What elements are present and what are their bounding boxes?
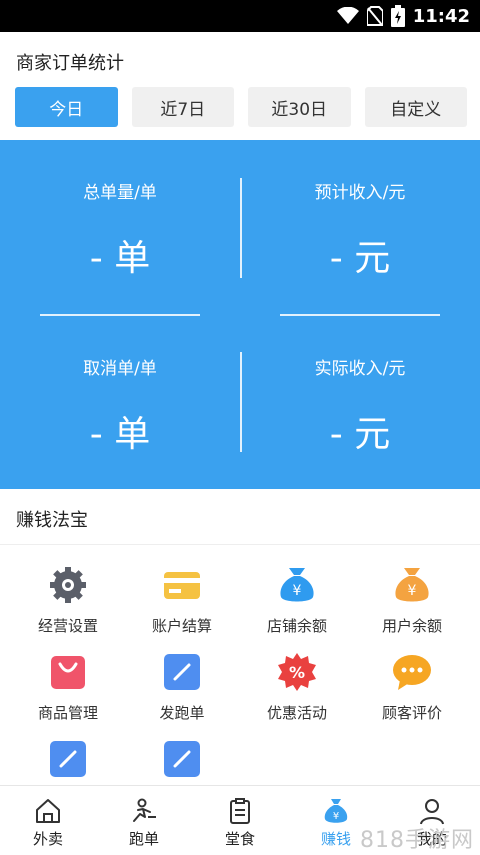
period-tabs: 今日 近7日 近30日 自定义 xyxy=(15,87,467,127)
tool-label: 账户结算 xyxy=(151,617,212,635)
status-bar: 11:42 xyxy=(0,0,480,32)
tab-7-days[interactable]: 近7日 xyxy=(131,87,234,127)
stat-label: 实际收入/元 xyxy=(314,359,406,379)
stat-value: - 单 xyxy=(89,238,151,279)
no-sim-icon xyxy=(366,6,383,26)
tool-store-balance[interactable]: ¥ 店铺余额 xyxy=(237,565,357,636)
stat-label: 取消单/单 xyxy=(83,359,157,379)
stats-panel: 总单量/单 - 单 预计收入/元 - 元 取消单/单 - 单 实际收入/元 - … xyxy=(0,140,480,489)
tool-label: 用户余额 xyxy=(381,617,442,635)
horizontal-divider xyxy=(40,314,200,316)
tool-post-errand[interactable]: 发跑单 xyxy=(122,652,242,723)
card-icon xyxy=(162,565,202,605)
nav-label: 外卖 xyxy=(32,830,63,848)
wifi-icon xyxy=(336,7,359,24)
watermark: 818手游网 xyxy=(360,828,474,853)
tool-promotions[interactable]: % 优惠活动 xyxy=(237,652,357,723)
stat-value: - 元 xyxy=(329,414,391,455)
order-stats-title: 商家订单统计 xyxy=(16,53,124,74)
clock: 11:42 xyxy=(412,5,470,27)
svg-text:¥: ¥ xyxy=(293,583,302,599)
nav-errand[interactable]: 跑单 xyxy=(96,786,192,855)
stat-label: 总单量/单 xyxy=(83,183,157,203)
tool-edit-1[interactable] xyxy=(8,739,128,789)
nav-takeout[interactable]: 外卖 xyxy=(0,786,96,855)
tab-30-days[interactable]: 近30日 xyxy=(248,87,351,127)
tool-account-settlement[interactable]: 账户结算 xyxy=(122,565,242,636)
stat-value: - 单 xyxy=(89,414,151,455)
tool-label: 发跑单 xyxy=(159,704,205,722)
tool-label: 店铺余额 xyxy=(266,617,327,635)
discount-icon: % xyxy=(277,652,317,692)
tool-edit-2[interactable] xyxy=(122,739,242,789)
tool-label: 顾客评价 xyxy=(381,704,442,722)
clipboard-icon xyxy=(192,796,288,826)
nav-label: 跑单 xyxy=(128,830,159,848)
stat-actual-income: 实际收入/元 - 元 xyxy=(240,354,480,457)
edit-icon xyxy=(48,739,88,779)
tools-title: 赚钱法宝 xyxy=(16,510,88,531)
gear-icon xyxy=(48,565,88,605)
svg-text:¥: ¥ xyxy=(333,811,339,822)
battery-icon xyxy=(390,5,405,27)
stat-total-orders: 总单量/单 - 单 xyxy=(0,178,240,281)
stat-expected-income: 预计收入/元 - 元 xyxy=(240,178,480,281)
nav-label: 堂食 xyxy=(224,830,255,848)
tool-label: 经营设置 xyxy=(37,617,98,635)
tool-business-settings[interactable]: 经营设置 xyxy=(8,565,128,636)
tool-label: 商品管理 xyxy=(37,704,98,722)
chat-icon xyxy=(392,652,432,692)
stat-value: - 元 xyxy=(329,238,391,279)
shopping-bag-icon xyxy=(48,652,88,692)
runner-icon xyxy=(96,796,192,826)
tab-custom[interactable]: 自定义 xyxy=(364,87,467,127)
stat-cancelled-orders: 取消单/单 - 单 xyxy=(0,354,240,457)
tool-user-balance[interactable]: ¥ 用户余额 xyxy=(352,565,472,636)
svg-text:¥: ¥ xyxy=(408,583,417,599)
tab-today[interactable]: 今日 xyxy=(15,87,118,127)
tool-customer-reviews[interactable]: 顾客评价 xyxy=(352,652,472,723)
vertical-divider xyxy=(240,352,242,452)
vertical-divider xyxy=(240,178,242,278)
nav-dine-in[interactable]: 堂食 xyxy=(192,786,288,855)
money-bag-icon: ¥ xyxy=(277,565,317,605)
tool-product-management[interactable]: 商品管理 xyxy=(8,652,128,723)
money-bag-icon: ¥ xyxy=(392,565,432,605)
horizontal-divider xyxy=(280,314,440,316)
stat-label: 预计收入/元 xyxy=(314,183,406,203)
section-divider xyxy=(0,544,480,545)
svg-text:%: % xyxy=(289,663,305,682)
edit-icon xyxy=(162,652,202,692)
home-icon xyxy=(0,796,96,826)
tool-label: 优惠活动 xyxy=(266,704,327,722)
edit-icon xyxy=(162,739,202,779)
